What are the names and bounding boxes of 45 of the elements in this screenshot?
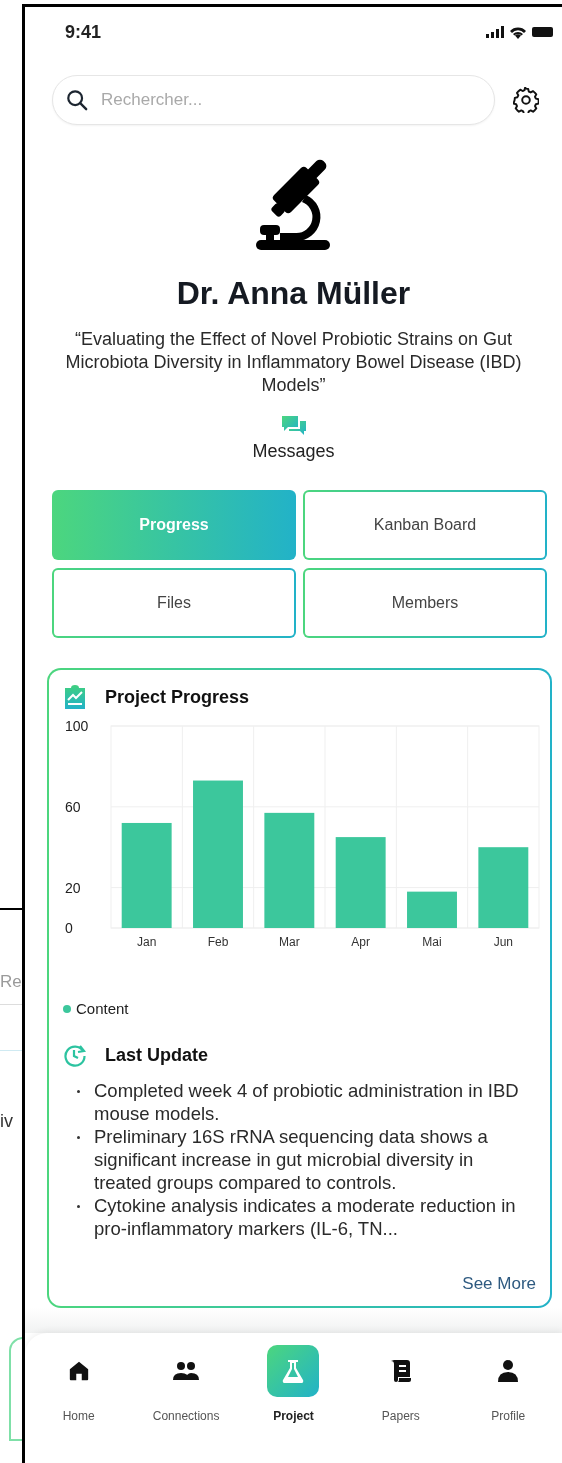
wifi-icon [509, 25, 527, 39]
profile-name: Dr. Anna Müller [175, 274, 412, 313]
axis-category-label: Mai [422, 935, 442, 949]
nav-item[interactable]: Home [28, 1345, 129, 1463]
tab[interactable]: Kanban Board [303, 490, 547, 560]
axis-category-label: Jun [493, 935, 513, 949]
battery-icon [532, 26, 554, 38]
axis-category-label: Jan [137, 935, 157, 949]
axis-tick-label: 20 [65, 879, 81, 896]
axis-tick-label: 100 [65, 718, 89, 734]
axis-category-label: Feb [207, 935, 229, 949]
nav-item[interactable]: Project [243, 1345, 344, 1463]
update-text: Completed week 4 of probiotic administration in IBD mouse models. [94, 1079, 520, 1125]
nav-item[interactable]: Connections [136, 1345, 237, 1463]
bullet-dot [77, 1136, 80, 1139]
section-title: Last Update [105, 1044, 209, 1066]
search-field[interactable]: Rechercher... [52, 75, 495, 125]
see-more-link[interactable]: See More [462, 1274, 536, 1294]
person-icon [497, 1359, 520, 1383]
status-time: 9:41 [65, 21, 102, 43]
axis-tick-label: 0 [65, 920, 73, 936]
people-icon [172, 1360, 201, 1382]
clock-refresh-icon [63, 1043, 87, 1067]
messages-label[interactable]: Messages [252, 441, 335, 462]
project-title: “Evaluating the Effect of Novel Probiotic Strains on Gut Microbiota Diversity in Inflammatory Bowel Disease (IBD) Models” [64, 328, 523, 397]
axis-category-label: Apr [351, 935, 370, 949]
tab[interactable]: Members [303, 568, 547, 638]
axis-category-label: Mar [279, 935, 300, 949]
legend-label: Content [76, 1000, 129, 1017]
card-title: Project Progress [105, 686, 250, 708]
update-text: Preliminary 16S rRNA sequencing data shows a significant increase in gut microbial diversity in treated groups compared to controls. [94, 1125, 489, 1194]
partial-text: iv [0, 1111, 13, 1131]
home-icon [67, 1360, 90, 1382]
bullet-dot [77, 1090, 80, 1093]
bullet-dot [77, 1205, 80, 1208]
bar [407, 891, 457, 928]
chart-clipboard-icon [63, 684, 87, 710]
signal-icon [486, 26, 504, 38]
axis-tick-label: 60 [65, 798, 81, 815]
update-text: Cytokine analysis indicates a moderate reduction in pro-inflammatory markers (IL-6, TN... [94, 1194, 517, 1240]
tab[interactable]: Files [52, 568, 296, 638]
nav-item[interactable]: Profile [458, 1345, 559, 1463]
nav-item[interactable]: Papers [350, 1345, 451, 1463]
settings-icon[interactable] [513, 87, 539, 113]
flask-icon [281, 1358, 306, 1384]
